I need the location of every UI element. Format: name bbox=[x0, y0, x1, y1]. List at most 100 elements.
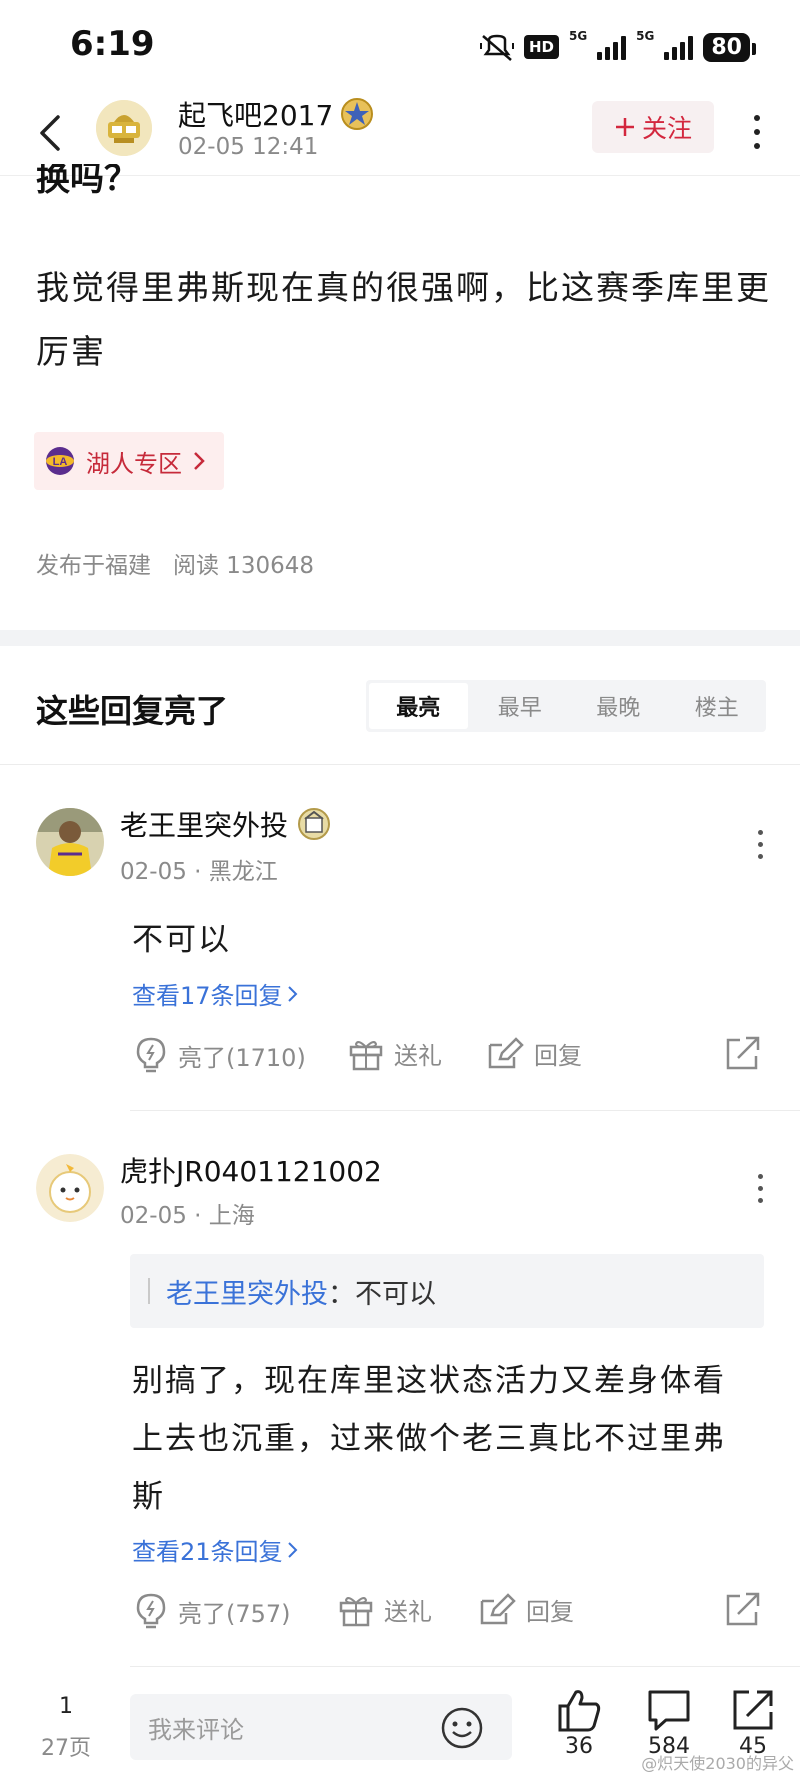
comment-bubble-icon bbox=[648, 1690, 690, 1731]
author-avatar[interactable] bbox=[96, 100, 152, 156]
comment-location: 上海 bbox=[208, 1203, 255, 1229]
battery-level: 80 bbox=[703, 32, 756, 62]
chevron-left-icon bbox=[40, 115, 60, 151]
tab-op-only[interactable]: 楼主 bbox=[668, 680, 767, 732]
gift-icon bbox=[339, 1596, 373, 1626]
post-title-fragment: 换吗？ bbox=[36, 164, 138, 199]
lightbulb-icon bbox=[136, 1037, 166, 1073]
more-options-button[interactable] bbox=[742, 102, 772, 162]
lakers-logo-icon: LA bbox=[46, 447, 74, 475]
comment-avatar-image bbox=[36, 1154, 104, 1222]
status-bar: 6:19 HD 5G 5G 80 bbox=[0, 0, 800, 92]
reply-label: 回复 bbox=[534, 1042, 582, 1070]
hot-replies-title: 这些回复亮了 bbox=[36, 692, 229, 730]
page-current[interactable]: 1 bbox=[40, 1694, 92, 1719]
gift-label: 送礼 bbox=[384, 1598, 432, 1626]
share-comment-button[interactable] bbox=[724, 1592, 762, 1628]
bottom-bar: 1 27页 我来评论 36 584 45 @炽天使2030的异父 bbox=[0, 1674, 800, 1780]
comment-avatar-image bbox=[36, 808, 104, 876]
comment-avatar[interactable] bbox=[36, 1154, 104, 1222]
zone-tag-label: 湖人专区 bbox=[86, 449, 182, 478]
comment-meta: 02-05 · 黑龙江 bbox=[120, 859, 278, 885]
divider bbox=[130, 1110, 800, 1111]
user-badge-icon bbox=[298, 808, 331, 840]
like-post-count: 36 bbox=[565, 1734, 593, 1759]
comment-username[interactable]: 老王里突外投 bbox=[120, 804, 332, 844]
hd-badge: HD bbox=[523, 35, 559, 59]
author-badge-icon bbox=[341, 98, 374, 130]
view-replies-link[interactable]: 查看17条回复 bbox=[132, 976, 299, 1011]
tab-latest[interactable]: 最晚 bbox=[569, 680, 668, 732]
comment-meta: 02-05 · 上海 bbox=[120, 1203, 255, 1229]
like-count: 亮了(757) bbox=[178, 1599, 291, 1628]
comment-more-button[interactable] bbox=[750, 824, 770, 864]
more-dots-icon bbox=[754, 115, 760, 121]
comment-text-line: 上去也沉重，过来做个老三真比不过里弗 bbox=[132, 1421, 726, 1457]
post-meta: 发布于福建 阅读 130648 bbox=[36, 546, 314, 580]
follow-button[interactable]: 关注 bbox=[592, 101, 714, 153]
tab-brightest[interactable]: 最亮 bbox=[369, 683, 468, 729]
lightbulb-icon bbox=[136, 1593, 166, 1629]
tab-earliest[interactable]: 最早 bbox=[471, 680, 570, 732]
gift-label: 送礼 bbox=[394, 1042, 442, 1070]
author-avatar-image bbox=[96, 100, 152, 156]
gift-button[interactable]: 送礼 bbox=[338, 1592, 432, 1627]
reply-button[interactable]: 回复 bbox=[478, 1592, 574, 1627]
divider bbox=[130, 1666, 800, 1667]
mute-vibrate-icon bbox=[479, 34, 514, 61]
edit-reply-icon bbox=[488, 1036, 524, 1068]
comment-avatar[interactable] bbox=[36, 808, 104, 876]
like-post-button[interactable]: 36 bbox=[544, 1688, 614, 1759]
status-icons: HD 5G 5G 80 bbox=[479, 29, 756, 64]
gift-button[interactable]: 送礼 bbox=[348, 1036, 442, 1071]
share-icon bbox=[733, 1690, 773, 1730]
chevron-right-icon bbox=[194, 452, 205, 470]
comment-text-line: 斯 bbox=[132, 1479, 165, 1515]
reply-button[interactable]: 回复 bbox=[486, 1036, 582, 1071]
sort-tabs: 最亮 最早 最晚 楼主 bbox=[366, 680, 766, 732]
like-button[interactable]: 亮了(1710) bbox=[134, 1036, 306, 1074]
share-comment-button[interactable] bbox=[724, 1036, 762, 1072]
comment-location: 黑龙江 bbox=[208, 859, 278, 885]
post-reads: 阅读 130648 bbox=[172, 553, 315, 579]
plus-icon bbox=[615, 118, 634, 136]
post-location: 发布于福建 bbox=[36, 553, 151, 579]
emoji-button[interactable] bbox=[440, 1706, 484, 1754]
comment-text-line: 别搞了，现在库里这状态活力又差身体看 bbox=[132, 1363, 726, 1399]
divider bbox=[0, 764, 800, 765]
comment-more-button[interactable] bbox=[750, 1168, 770, 1208]
share-icon bbox=[726, 1036, 760, 1070]
share-post-button[interactable]: 45 bbox=[718, 1688, 788, 1759]
quoted-reply: 老王里突外投 ：不可以 bbox=[130, 1254, 764, 1328]
share-icon bbox=[726, 1592, 760, 1626]
comment-username-text: 老王里突外投 bbox=[120, 809, 289, 842]
status-time: 6:19 bbox=[70, 24, 155, 64]
like-button[interactable]: 亮了(757) bbox=[134, 1592, 291, 1630]
comments-button[interactable]: 584 bbox=[634, 1688, 704, 1759]
follow-label: 关注 bbox=[641, 114, 692, 143]
quoted-username[interactable]: 老王里突外投 bbox=[166, 1272, 328, 1311]
comment-text: 别搞了，现在库里这状态活力又差身体看 上去也沉重，过来做个老三真比不过里弗 斯 bbox=[132, 1352, 726, 1526]
comment-username-text: 虎扑JR0401121002 bbox=[120, 1155, 382, 1188]
author-username[interactable]: 起飞吧2017 bbox=[178, 94, 375, 134]
section-divider bbox=[0, 630, 800, 646]
edit-reply-icon bbox=[480, 1592, 516, 1624]
comment-text: 不可以 bbox=[132, 922, 231, 958]
page-total[interactable]: 27页 bbox=[36, 1730, 96, 1762]
chevron-right-icon bbox=[287, 985, 297, 1002]
zone-tag-button[interactable]: LA 湖人专区 bbox=[34, 432, 224, 490]
signal-bars-1-icon bbox=[597, 34, 627, 60]
network-type-2: 5G bbox=[636, 29, 655, 43]
comment-username[interactable]: 虎扑JR0401121002 bbox=[120, 1150, 382, 1190]
post-date: 02-05 12:41 bbox=[178, 134, 319, 160]
chevron-right-icon bbox=[287, 1541, 297, 1558]
gift-icon bbox=[349, 1040, 383, 1070]
emoji-icon bbox=[441, 1707, 483, 1749]
back-button[interactable] bbox=[30, 108, 70, 158]
view-replies-label: 查看21条回复 bbox=[132, 1538, 283, 1566]
like-count: 亮了(1710) bbox=[178, 1043, 306, 1072]
thumbs-up-icon bbox=[558, 1690, 601, 1732]
view-replies-label: 查看17条回复 bbox=[132, 982, 283, 1010]
view-replies-link[interactable]: 查看21条回复 bbox=[132, 1532, 299, 1567]
author-name-text: 起飞吧2017 bbox=[178, 99, 334, 132]
